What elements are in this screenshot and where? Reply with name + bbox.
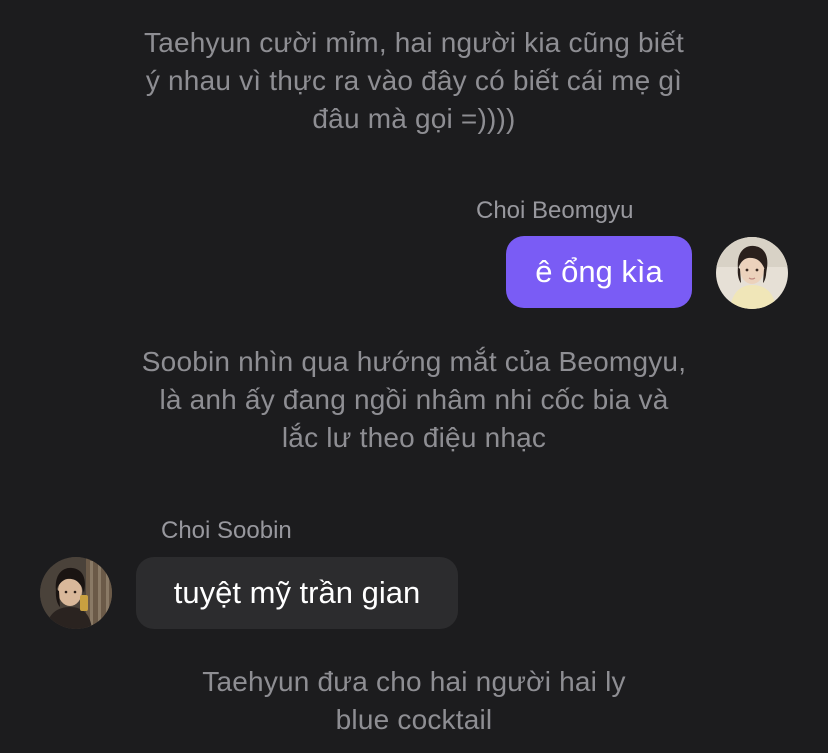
message-text: tuyệt mỹ trần gian [173, 575, 421, 610]
narration-line: ý nhau vì thực ra vào đây có biết cái mẹ… [145, 65, 683, 96]
message-bubble[interactable]: tuyệt mỹ trần gian [136, 557, 458, 629]
narration-line: đâu mà gọi =)))) [312, 103, 516, 134]
narration-text: Taehyun cười mỉm, hai người kia cũng biế… [0, 24, 828, 138]
narration-line: Taehyun đưa cho hai người hai ly [202, 666, 626, 697]
sender-name: Choi Beomgyu [476, 197, 634, 224]
message-text: ê ổng kìa [535, 254, 663, 289]
sender-name: Choi Soobin [161, 517, 292, 544]
narration-line: lắc lư theo điệu nhạc [281, 422, 547, 453]
message-bubble[interactable]: ê ổng kìa [506, 236, 692, 308]
avatar-icon[interactable] [40, 557, 112, 629]
narration-line: Soobin nhìn qua hướng mắt của Beomgyu, [141, 346, 687, 377]
narration-text: Taehyun đưa cho hai người hai ly blue co… [0, 663, 828, 739]
avatar-icon[interactable] [716, 237, 788, 309]
narration-text: Soobin nhìn qua hướng mắt của Beomgyu, l… [0, 343, 828, 457]
narration-line: Taehyun cười mỉm, hai người kia cũng biế… [144, 27, 684, 58]
narration-line: là anh ấy đang ngồi nhâm nhi cốc bia và [159, 384, 669, 415]
narration-line: blue cocktail [335, 704, 493, 735]
